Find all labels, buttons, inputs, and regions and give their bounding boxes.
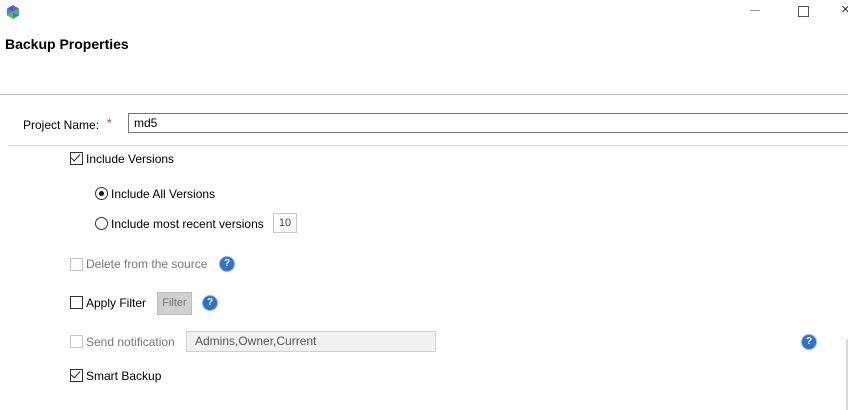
check-mark-icon — [70, 151, 81, 162]
include-versions-checkbox[interactable] — [70, 151, 83, 165]
help-icon[interactable]: ? — [219, 256, 235, 272]
delete-from-source-checkbox — [70, 258, 83, 271]
delete-from-source-label: Delete from the source — [86, 257, 208, 271]
smart-backup-label: Smart Backup — [86, 369, 162, 383]
header-divider — [0, 94, 848, 95]
include-versions-label: Include Versions — [86, 152, 175, 166]
smart-backup-checkbox[interactable] — [70, 368, 83, 382]
include-all-versions-label: Include All Versions — [111, 187, 216, 201]
help-icon[interactable]: ? — [202, 295, 218, 311]
help-icon[interactable]: ? — [801, 334, 817, 350]
project-name-label: Project Name: — [23, 118, 100, 132]
send-notification-label: Send notification — [86, 335, 175, 349]
minimize-icon[interactable] — [750, 10, 760, 11]
notification-recipients-input[interactable]: Admins,Owner,Current — [186, 331, 436, 352]
check-mark-icon — [70, 368, 81, 379]
send-notification-checkbox — [70, 335, 83, 348]
window-title: Backup Properties — [5, 36, 129, 52]
radio-selected-icon — [99, 191, 104, 196]
include-recent-versions-radio[interactable] — [95, 217, 108, 230]
include-all-versions-radio[interactable] — [95, 187, 108, 200]
app-logo-icon — [5, 4, 21, 20]
project-name-input[interactable]: md5 — [128, 113, 848, 133]
section-divider — [8, 145, 848, 146]
close-icon[interactable]: × — [841, 2, 848, 18]
include-recent-versions-label: Include most recent versions — [111, 217, 264, 231]
maximize-icon[interactable] — [798, 6, 809, 17]
recent-versions-count-input[interactable]: 10 — [273, 213, 297, 233]
apply-filter-checkbox[interactable] — [70, 296, 83, 309]
required-marker: * — [107, 116, 112, 130]
filter-button[interactable]: Filter — [157, 292, 192, 315]
apply-filter-label: Apply Filter — [86, 296, 147, 310]
